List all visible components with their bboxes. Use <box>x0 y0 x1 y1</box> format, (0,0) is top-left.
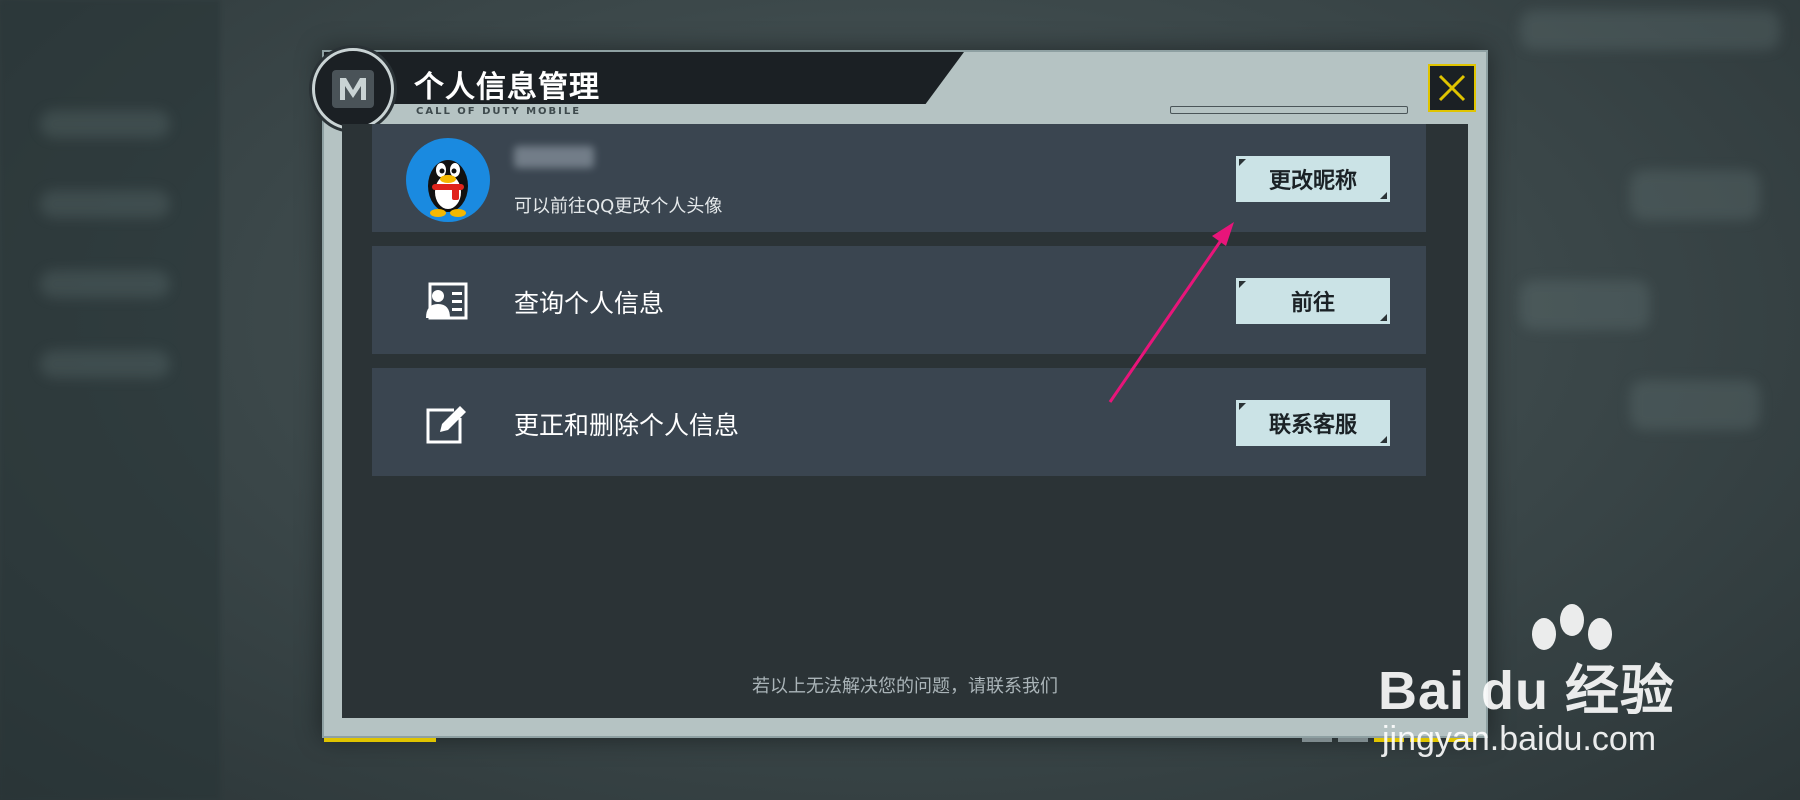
edit-info-label: 更正和删除个人信息 <box>514 411 740 440</box>
watermark-brand: Bai du 经验 <box>1378 661 1676 721</box>
background-blur <box>40 350 170 378</box>
nickname-text <box>514 146 594 168</box>
background-blur <box>1520 280 1650 330</box>
dialog-content: 可以前往QQ更改个人头像 更改昵称 查询个人信息 前往 更正和删除个人信息 联系… <box>342 124 1468 718</box>
close-button[interactable] <box>1428 64 1476 112</box>
change-nickname-button[interactable]: 更改昵称 <box>1236 156 1390 202</box>
background-blur <box>1520 10 1780 50</box>
dialog-subtitle: CALL OF DUTY MOBILE <box>416 106 582 117</box>
avatar-hint-text: 可以前往QQ更改个人头像 <box>514 196 723 217</box>
background-blur <box>1630 170 1760 220</box>
accent-strip <box>324 738 436 742</box>
background-blur <box>40 110 170 138</box>
cod-logo-icon <box>312 48 394 130</box>
background-blur <box>40 270 170 298</box>
dialog-title: 个人信息管理 <box>414 70 600 105</box>
footer-text: 若以上无法解决您的问题，请联系我们 <box>752 676 1058 697</box>
background-blur <box>40 190 170 218</box>
personal-info-dialog: 个人信息管理 CALL OF DUTY MOBILE 可以前往QQ更改个人头像 … <box>312 48 1488 742</box>
close-x-icon <box>1438 74 1466 102</box>
watermark-url: jingyan.baidu.com <box>1382 720 1657 758</box>
profile-row: 可以前往QQ更改个人头像 更改昵称 <box>372 124 1426 232</box>
query-info-label: 查询个人信息 <box>514 289 665 318</box>
goto-button[interactable]: 前往 <box>1236 278 1390 324</box>
contact-support-button[interactable]: 联系客服 <box>1236 400 1390 446</box>
edit-info-row: 更正和删除个人信息 联系客服 <box>372 368 1426 476</box>
edit-icon <box>426 406 466 444</box>
decorative-line <box>1170 106 1408 114</box>
id-card-icon <box>426 282 468 320</box>
baidu-watermark: Bai du 经验 jingyan.baidu.com <box>1378 604 1798 764</box>
qq-penguin-avatar <box>406 138 490 222</box>
query-info-row: 查询个人信息 前往 <box>372 246 1426 354</box>
background-blur <box>1630 380 1760 430</box>
